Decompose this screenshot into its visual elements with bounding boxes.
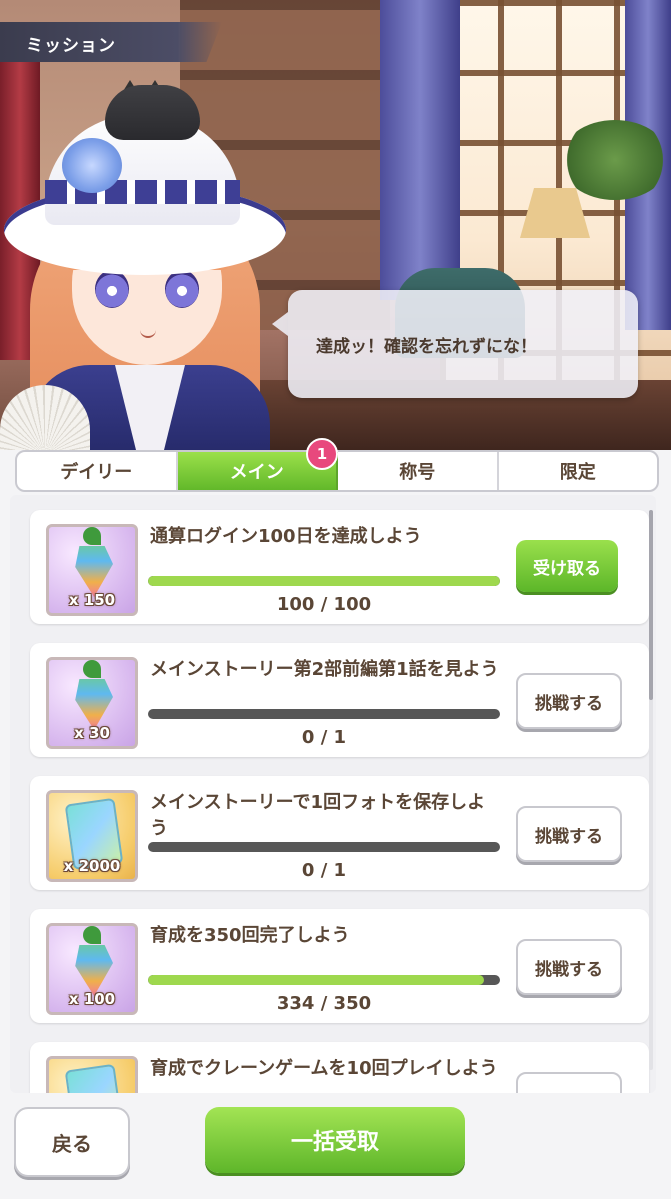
speech-bubble: 達成ッ！確認を忘れずにな！ [272,290,638,398]
cat-on-hat [105,85,200,140]
rose-icon [62,138,122,193]
carrot-gem-icon [75,679,113,730]
progress-bar [148,709,500,719]
progress-bar [148,975,500,985]
screen-title: ミッション [26,36,116,56]
mission-card: x 30 メインストーリー第2部前編第1話を見よう 0 / 1 挑戦する [30,643,649,757]
tab-title[interactable]: 称号 [338,452,499,490]
notification-badge: 1 [306,438,338,470]
mission-title: メインストーリーで1回フォトを保存しよう [150,792,486,839]
tab-label: デイリー [60,462,133,483]
reward-quantity: x 150 [68,591,116,609]
reward-item: x 100 [46,923,138,1015]
progress-bar [148,576,500,586]
speech-text: 達成ッ！確認を忘れずにな！ [316,337,537,357]
progress-text: 334 / 350 [276,993,372,1014]
mission-card: 育成でクレーンゲームを10回プレイしよう 挑戦する [30,1042,649,1093]
progress-text: 0 / 1 [301,860,347,881]
carrot-gem-icon [83,660,101,678]
scrollbar-thumb[interactable] [649,510,653,700]
challenge-button[interactable]: 挑戦する [516,673,622,729]
reward-quantity: x 2000 [63,857,121,875]
tab-label: メイン [229,462,284,483]
challenge-button[interactable]: 挑戦する [516,1072,622,1093]
tab-main[interactable]: メイン 1 [177,438,338,490]
progress-text: 100 / 100 [276,594,372,615]
header-scene: ミッション 達成ッ！確認を忘れずにな！ [0,0,671,450]
carrot-gem-icon [75,546,113,597]
challenge-button[interactable]: 挑戦する [516,806,622,862]
mission-title: メインストーリー第2部前編第1話を見よう [150,659,499,680]
receive-button[interactable]: 受け取る [516,540,618,592]
tab-limited[interactable]: 限定 [499,452,658,490]
footer-bar: 戻る 一括受取 [0,1093,671,1199]
mission-list[interactable]: x 150 通算ログイン100日を達成しよう 100 / 100 受け取る x … [10,495,656,1093]
progress-bar [148,842,500,852]
back-button[interactable]: 戻る [14,1107,130,1177]
reward-item: x 2000 [46,790,138,882]
plant [560,120,670,200]
carrot-gem-icon [83,926,101,944]
mission-card: x 2000 メインストーリーで1回フォトを保存しよう 0 / 1 挑戦する [30,776,649,890]
progress-fill [148,975,484,985]
screen-title-tag: ミッション [0,22,222,62]
mission-card: x 100 育成を350回完了しよう 334 / 350 挑戦する [30,909,649,1023]
collect-all-button[interactable]: 一括受取 [205,1107,465,1173]
tab-label: 称号 [399,462,436,483]
carrot-gem-icon [75,945,113,996]
tab-daily[interactable]: デイリー [17,452,178,490]
carrot-gem-icon [83,527,101,545]
mission-title: 育成でクレーンゲームを10回プレイしよう [150,1058,498,1079]
reward-quantity: x 100 [68,990,116,1008]
list-scrollbar[interactable] [649,510,653,1070]
character-eye-right [165,270,199,308]
progress-fill [148,576,500,586]
character-eye-left [95,270,129,308]
curtain-left [380,0,460,300]
mission-tabs: デイリー メイン 1 称号 限定 [15,438,659,492]
mission-title: 通算ログイン100日を達成しよう [150,526,422,547]
mission-card: x 150 通算ログイン100日を達成しよう 100 / 100 受け取る [30,510,649,624]
reward-item: x 150 [46,524,138,616]
ticket-icon [64,1063,124,1093]
challenge-button[interactable]: 挑戦する [516,939,622,995]
reward-item [46,1056,138,1093]
tab-label: 限定 [559,462,596,483]
reward-item: x 30 [46,657,138,749]
mission-title: 育成を350回完了しよう [150,925,350,946]
reward-quantity: x 30 [74,724,110,742]
progress-text: 0 / 1 [301,727,347,748]
